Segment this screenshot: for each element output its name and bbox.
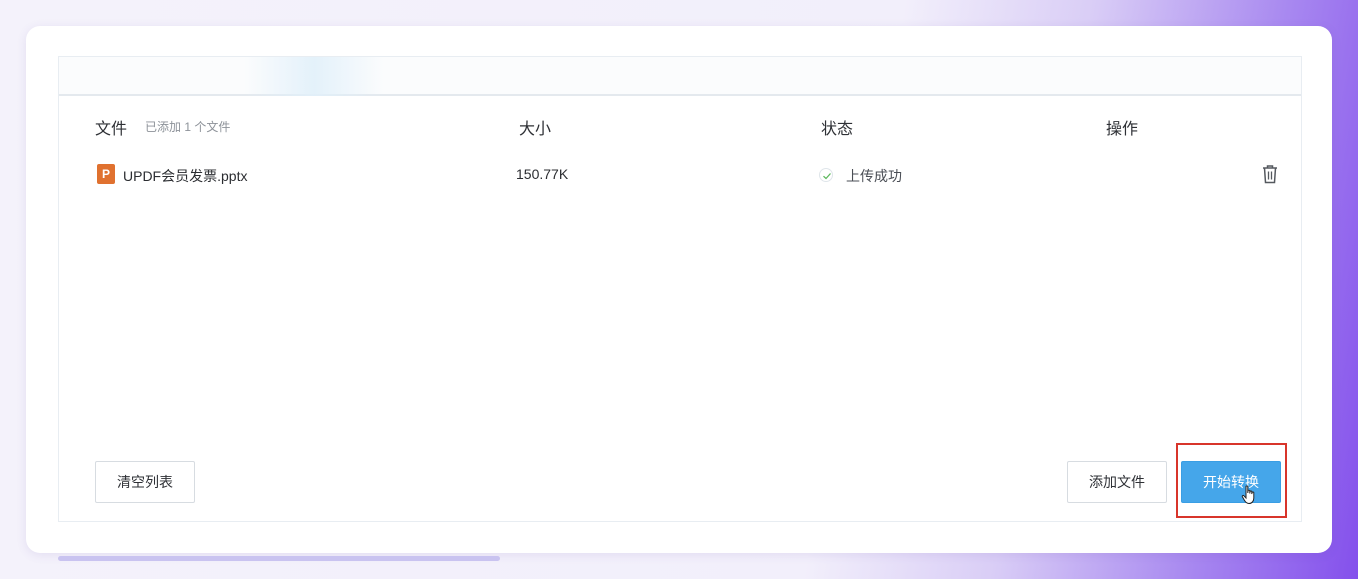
file-size: 150.77K: [516, 166, 569, 182]
column-header-action: 操作: [1106, 121, 1139, 138]
file-name: UPDF会员发票.pptx: [123, 168, 248, 184]
table-row: P UPDF会员发票.pptx 150.77K 上传成功: [59, 157, 1301, 191]
clear-list-button[interactable]: 清空列表: [95, 461, 195, 503]
check-circle-icon: [819, 168, 833, 182]
hand-cursor-icon: [1241, 485, 1255, 505]
horizontal-scrollbar[interactable]: [58, 556, 500, 561]
column-header-size: 大小: [519, 121, 552, 138]
upload-status: 上传成功: [846, 168, 902, 184]
trash-icon[interactable]: [1260, 163, 1280, 185]
highlight-box: [1176, 443, 1287, 518]
pptx-file-icon: P: [97, 164, 115, 184]
panel-header-bar: [59, 57, 1301, 96]
column-header-file: 文件: [95, 121, 128, 138]
add-file-button[interactable]: 添加文件: [1067, 461, 1167, 503]
file-list-panel: 文件 已添加 1 个文件 大小 状态 操作 P UPDF会员发票.pptx 15…: [58, 56, 1302, 522]
converter-card: 文件 已添加 1 个文件 大小 状态 操作 P UPDF会员发票.pptx 15…: [26, 26, 1332, 553]
files-added-count: 已添加 1 个文件: [145, 120, 231, 134]
column-header-status: 状态: [821, 121, 854, 138]
